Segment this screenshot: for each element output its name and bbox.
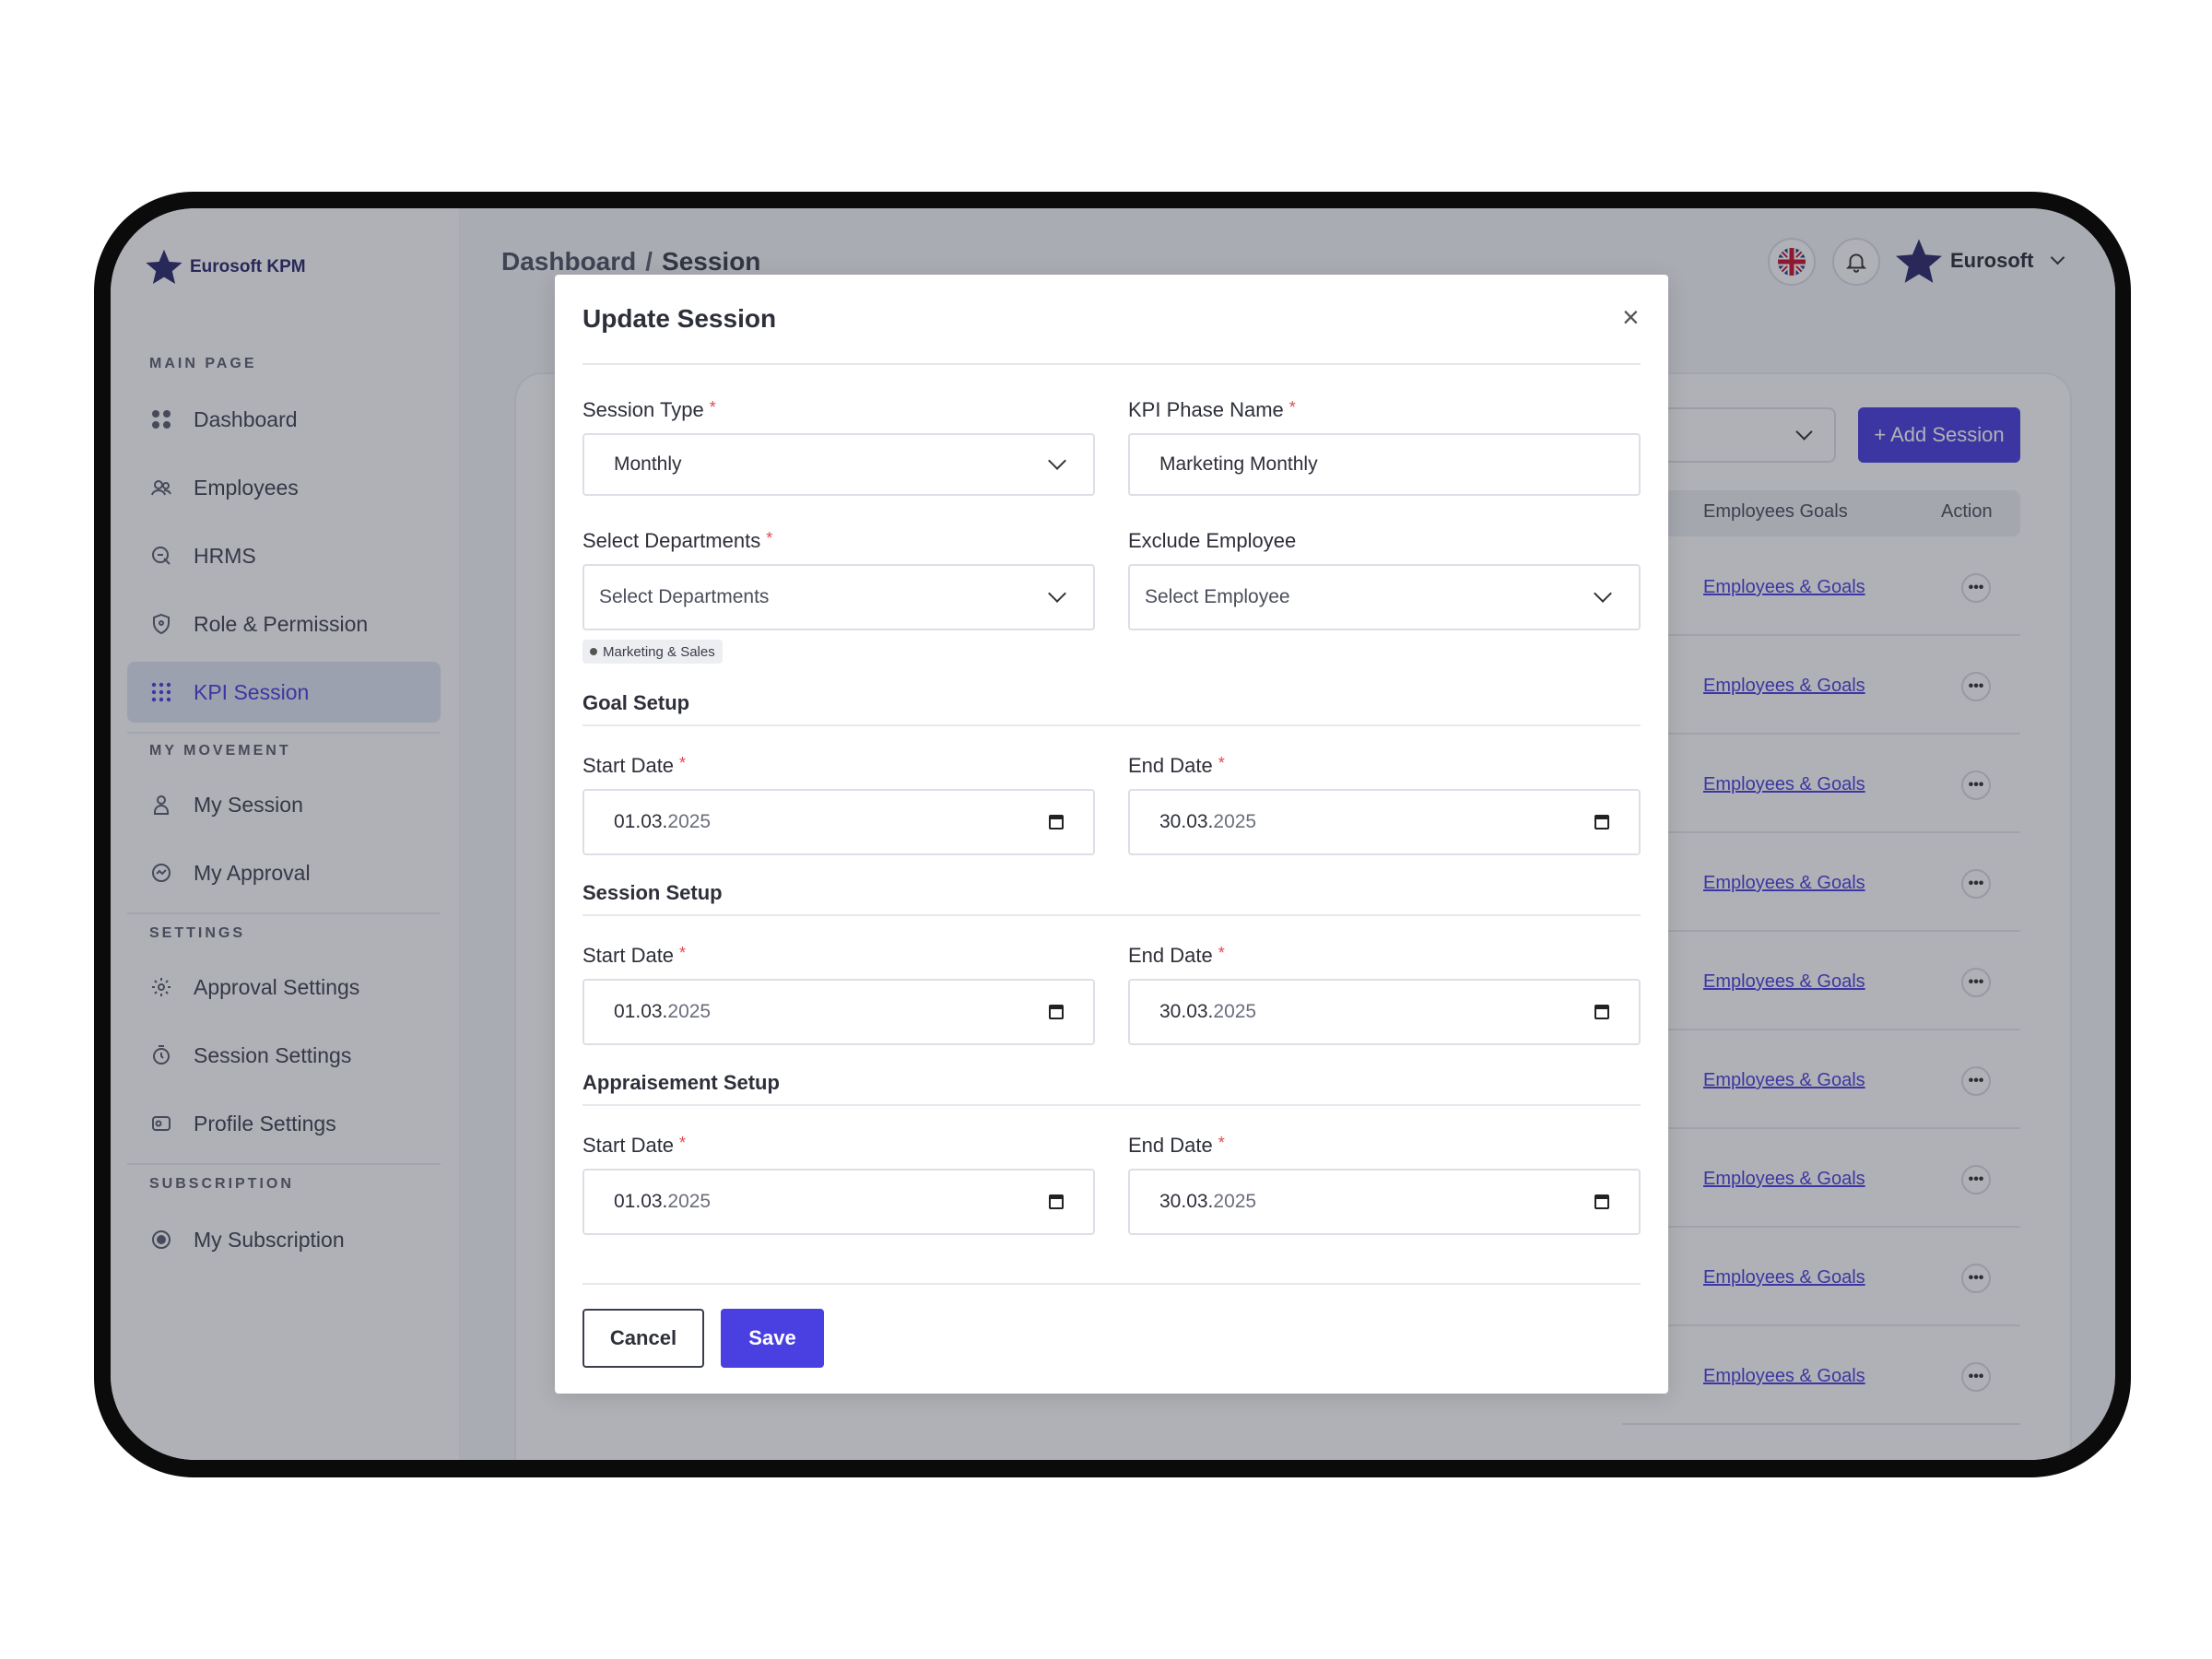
departments-placeholder: Select Departments (599, 586, 770, 607)
session-type-label: Session Type * (582, 398, 716, 421)
department-tag[interactable]: Marketing & Sales (582, 640, 723, 664)
cancel-button[interactable]: Cancel (582, 1309, 704, 1368)
section-divider (582, 724, 1641, 726)
goal-end-date-label: End Date * (1128, 754, 1225, 777)
kpi-phase-name-value: Marketing Monthly (1159, 453, 1318, 475)
goal-end-date-input[interactable]: 30.03.2025 (1128, 789, 1641, 855)
goal-start-date-input[interactable]: 01.03.2025 (582, 789, 1095, 855)
appraisement-start-date-input[interactable]: 01.03.2025 (582, 1169, 1095, 1235)
session-type-select[interactable]: Monthly (582, 433, 1095, 496)
kpi-phase-name-label: KPI Phase Name * (1128, 398, 1296, 421)
exclude-employee-label: Exclude Employee (1128, 529, 1297, 552)
date-value: 01.03.2025 (614, 1191, 712, 1212)
modal-header-divider (582, 363, 1641, 365)
date-value: 01.03.2025 (614, 811, 712, 832)
chevron-down-icon (1048, 452, 1066, 470)
calendar-icon[interactable] (1049, 1005, 1064, 1019)
calendar-icon[interactable] (1049, 815, 1064, 830)
save-button[interactable]: Save (721, 1309, 824, 1368)
goal-setup-title: Goal Setup (582, 691, 690, 714)
date-value: 30.03.2025 (1159, 811, 1257, 832)
session-end-date-label: End Date * (1128, 944, 1225, 967)
appraisement-start-date-label: Start Date * (582, 1134, 687, 1157)
date-value: 30.03.2025 (1159, 1191, 1257, 1212)
chevron-down-icon (1594, 584, 1612, 603)
calendar-icon[interactable] (1594, 1005, 1609, 1019)
date-value: 01.03.2025 (614, 1001, 712, 1022)
tag-dot-icon (590, 648, 597, 655)
appraisement-setup-title: Appraisement Setup (582, 1071, 780, 1094)
exclude-employee-select[interactable]: Select Employee (1128, 564, 1641, 630)
date-value: 30.03.2025 (1159, 1001, 1257, 1022)
appraisement-end-date-label: End Date * (1128, 1134, 1225, 1157)
modal-footer-divider (582, 1283, 1641, 1285)
session-end-date-input[interactable]: 30.03.2025 (1128, 979, 1641, 1045)
goal-start-date-label: Start Date * (582, 754, 687, 777)
section-divider (582, 914, 1641, 916)
modal-title: Update Session (582, 304, 777, 333)
section-divider (582, 1104, 1641, 1106)
departments-select[interactable]: Select Departments (582, 564, 1095, 630)
department-tag-label: Marketing & Sales (603, 643, 715, 660)
session-start-date-input[interactable]: 01.03.2025 (582, 979, 1095, 1045)
kpi-phase-name-input[interactable]: Marketing Monthly (1128, 433, 1641, 496)
close-icon[interactable]: × (1622, 302, 1640, 332)
departments-label: Select Departments * (582, 529, 773, 552)
calendar-icon[interactable] (1594, 1194, 1609, 1209)
calendar-icon[interactable] (1049, 1194, 1064, 1209)
chevron-down-icon (1048, 584, 1066, 603)
update-session-modal: Update Session × Session Type * Monthly K… (555, 275, 1668, 1394)
session-start-date-label: Start Date * (582, 944, 687, 967)
exclude-employee-placeholder: Select Employee (1145, 586, 1290, 607)
session-type-value: Monthly (614, 453, 682, 475)
appraisement-end-date-input[interactable]: 30.03.2025 (1128, 1169, 1641, 1235)
session-setup-title: Session Setup (582, 881, 723, 904)
calendar-icon[interactable] (1594, 815, 1609, 830)
